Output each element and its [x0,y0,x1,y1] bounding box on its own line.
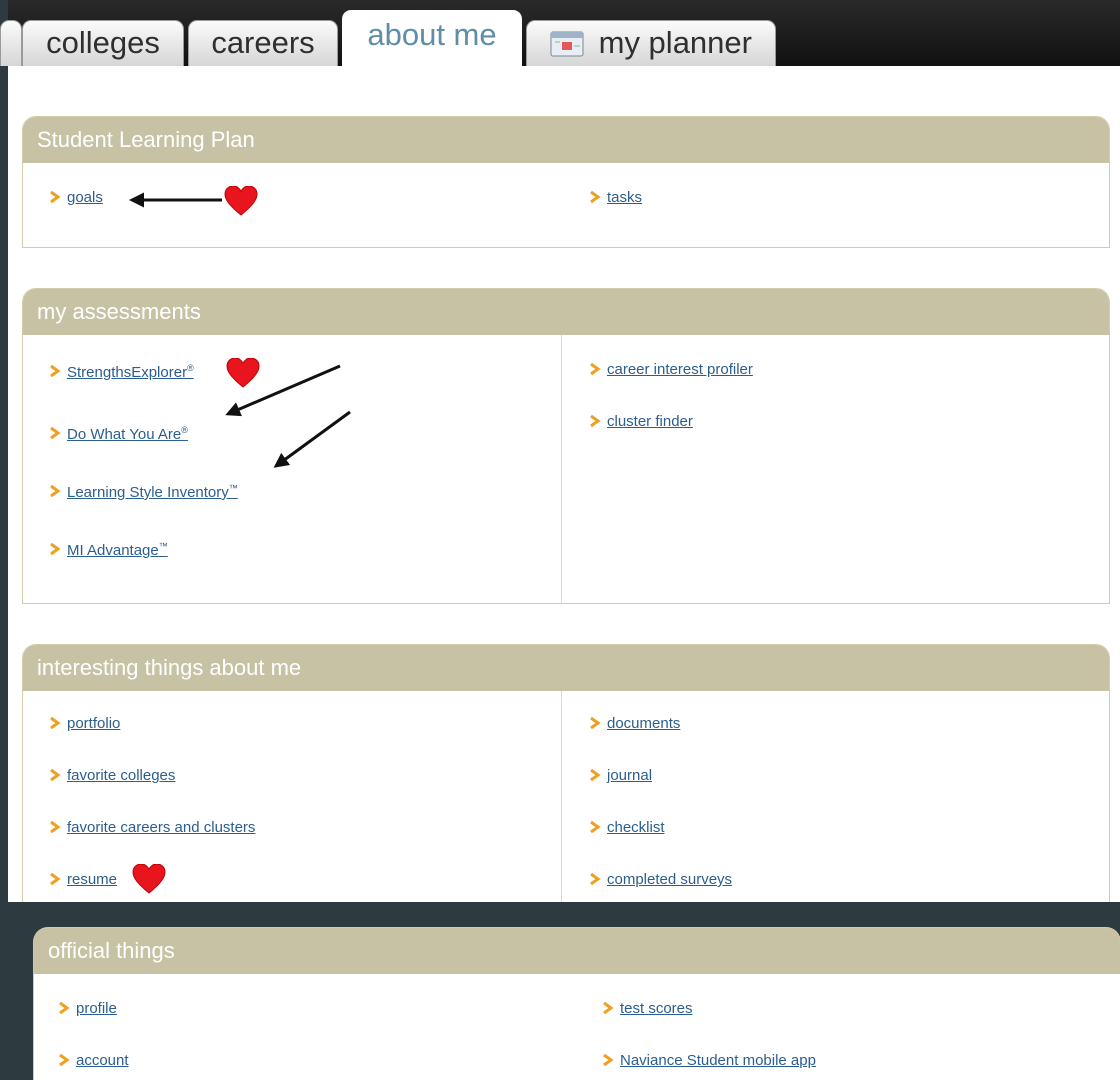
arrow-to-do-what-you-are [225,364,341,417]
annotation-arrows [129,192,351,468]
arrow-to-learning-style [273,410,351,468]
